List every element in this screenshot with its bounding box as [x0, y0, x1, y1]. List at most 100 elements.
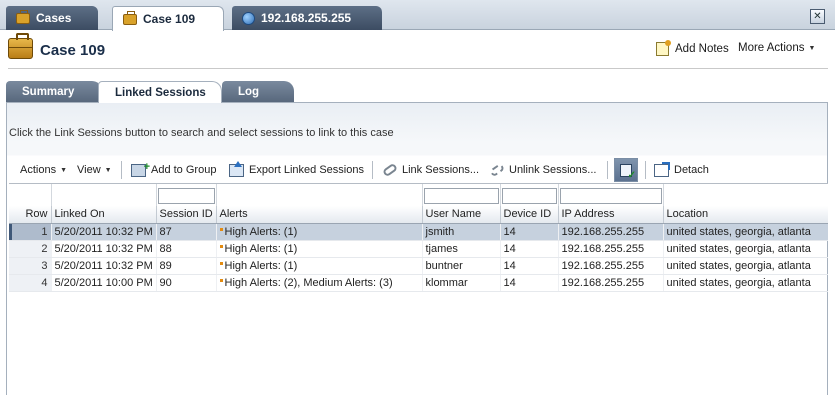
sub-tab-bar: Summary Linked Sessions Log: [6, 81, 828, 103]
alert-marker-icon: [219, 244, 223, 248]
chevron-down-icon: ▼: [808, 44, 816, 52]
detach-button[interactable]: Detach: [654, 158, 709, 182]
tab-cases[interactable]: Cases: [6, 6, 98, 30]
user-name-link[interactable]: buntner: [422, 257, 501, 275]
alerts-text: High Alerts: (1): [224, 242, 298, 255]
tab-case-109[interactable]: Case 109: [112, 6, 224, 31]
tab-ip-session-label: 192.168.255.255: [261, 11, 352, 25]
column-header-session-id[interactable]: Session ID: [156, 206, 217, 224]
session-id-link[interactable]: 88: [156, 240, 217, 258]
alert-marker-icon: [219, 261, 223, 265]
column-header-linked-on[interactable]: Linked On: [51, 206, 157, 224]
query-by-example-button[interactable]: [614, 158, 638, 182]
device-id-link[interactable]: 14: [500, 257, 559, 275]
table-row[interactable]: 2 5/20/2011 10:32 PM 88 High Alerts: (1)…: [9, 240, 828, 258]
alerts-cell: High Alerts: (1): [216, 240, 423, 258]
linked-on-cell: 5/20/2011 10:32 PM: [51, 223, 157, 241]
row-number: 2: [9, 240, 52, 258]
view-label: View: [77, 164, 101, 176]
close-icon[interactable]: ✕: [810, 9, 825, 24]
header-divider: [8, 68, 828, 69]
detach-label: Detach: [674, 164, 709, 176]
device-id-link[interactable]: 14: [500, 240, 559, 258]
add-to-group-button[interactable]: Add to Group: [131, 158, 216, 182]
column-header-row[interactable]: Row: [9, 206, 52, 224]
location-link[interactable]: united states, georgia, atlanta: [663, 240, 828, 258]
alerts-text: High Alerts: (1): [224, 259, 298, 272]
linked-sessions-table: Row Linked On Session ID Alerts User Nam…: [9, 183, 828, 395]
unlink-icon: [488, 162, 506, 178]
device-id-filter-input[interactable]: [501, 188, 557, 204]
user-name-link[interactable]: klommar: [422, 274, 501, 292]
case-briefcase-icon: [8, 33, 33, 59]
top-tab-strip: Cases Case 109 192.168.255.255 ✕: [0, 0, 835, 31]
location-link[interactable]: united states, georgia, atlanta: [663, 223, 828, 241]
table-row[interactable]: 3 5/20/2011 10:32 PM 89 High Alerts: (1)…: [9, 257, 828, 275]
export-icon: [229, 160, 244, 177]
user-name-link[interactable]: jsmith: [422, 223, 501, 241]
column-header-user-name[interactable]: User Name: [422, 206, 501, 224]
more-actions-menu[interactable]: More Actions ▼: [738, 42, 815, 54]
header-row: Row Linked On Session ID Alerts User Nam…: [9, 206, 828, 224]
view-menu[interactable]: View ▼: [77, 158, 112, 182]
table-row[interactable]: 1 5/20/2011 10:32 PM 87 High Alerts: (1)…: [9, 223, 828, 241]
column-header-alerts[interactable]: Alerts: [216, 206, 423, 224]
alert-marker-icon: [219, 278, 223, 282]
ip-address-cell: 192.168.255.255: [558, 274, 664, 292]
table-row[interactable]: 4 5/20/2011 10:00 PM 90 High Alerts: (2)…: [9, 274, 828, 292]
add-notes-button[interactable]: Add Notes: [656, 40, 729, 56]
session-id-link[interactable]: 89: [156, 257, 217, 275]
chevron-down-icon: ▼: [60, 166, 68, 174]
export-linked-sessions-button[interactable]: Export Linked Sessions: [229, 158, 364, 182]
tab-case-109-label: Case 109: [143, 12, 196, 26]
column-header-device-id[interactable]: Device ID: [500, 206, 559, 224]
ip-address-filter-input[interactable]: [559, 188, 662, 204]
row-number: 3: [9, 257, 52, 275]
alerts-cell: High Alerts: (1): [216, 257, 423, 275]
user-name-filter-input[interactable]: [423, 188, 499, 204]
ip-address-cell: 192.168.255.255: [558, 257, 664, 275]
toolbar-separator: [645, 161, 646, 179]
actions-menu[interactable]: Actions ▼: [20, 158, 67, 182]
ip-address-cell: 192.168.255.255: [558, 240, 664, 258]
session-id-link[interactable]: 90: [156, 274, 217, 292]
filter-row: [9, 184, 828, 206]
alerts-text: High Alerts: (1): [224, 225, 298, 238]
column-header-ip-address[interactable]: IP Address: [558, 206, 664, 224]
tab-summary[interactable]: Summary: [6, 81, 102, 103]
toolbar-separator: [607, 161, 608, 179]
add-group-icon: [131, 161, 150, 177]
filter-cell: [216, 184, 423, 206]
instruction-text: Click the Link Sessions button to search…: [9, 127, 394, 139]
tab-linked-sessions[interactable]: Linked Sessions: [98, 81, 222, 103]
filter-cell: [500, 184, 559, 206]
location-link[interactable]: united states, georgia, atlanta: [663, 257, 828, 275]
toolbar: Actions ▼ View ▼ Add to Group Export Lin…: [9, 158, 828, 182]
filter-cell: [9, 184, 52, 206]
toolbar-separator: [121, 161, 122, 179]
link-sessions-button[interactable]: Link Sessions...: [381, 158, 480, 182]
location-link[interactable]: united states, georgia, atlanta: [663, 274, 828, 292]
tab-summary-label: Summary: [22, 86, 75, 98]
alert-marker-icon: [219, 227, 223, 231]
tab-log[interactable]: Log: [222, 81, 294, 103]
linked-on-cell: 5/20/2011 10:32 PM: [51, 240, 157, 258]
session-id-filter-input[interactable]: [157, 188, 215, 204]
detach-icon: [654, 161, 670, 177]
device-id-link[interactable]: 14: [500, 223, 559, 241]
add-to-group-label: Add to Group: [151, 164, 217, 176]
briefcase-icon: [123, 10, 137, 25]
link-sessions-label: Link Sessions...: [402, 164, 480, 176]
linked-on-cell: 5/20/2011 10:32 PM: [51, 257, 157, 275]
tab-log-label: Log: [238, 86, 260, 98]
ip-address-cell: 192.168.255.255: [558, 223, 664, 241]
add-notes-label: Add Notes: [675, 43, 729, 55]
unlink-sessions-label: Unlink Sessions...: [509, 164, 597, 176]
user-name-link[interactable]: tjames: [422, 240, 501, 258]
column-header-location[interactable]: Location: [663, 206, 828, 224]
unlink-sessions-button[interactable]: Unlink Sessions...: [488, 158, 597, 182]
device-id-link[interactable]: 14: [500, 274, 559, 292]
session-id-link[interactable]: 87: [156, 223, 217, 241]
filter-cell: [156, 184, 217, 206]
tab-ip-session[interactable]: 192.168.255.255: [232, 6, 382, 30]
